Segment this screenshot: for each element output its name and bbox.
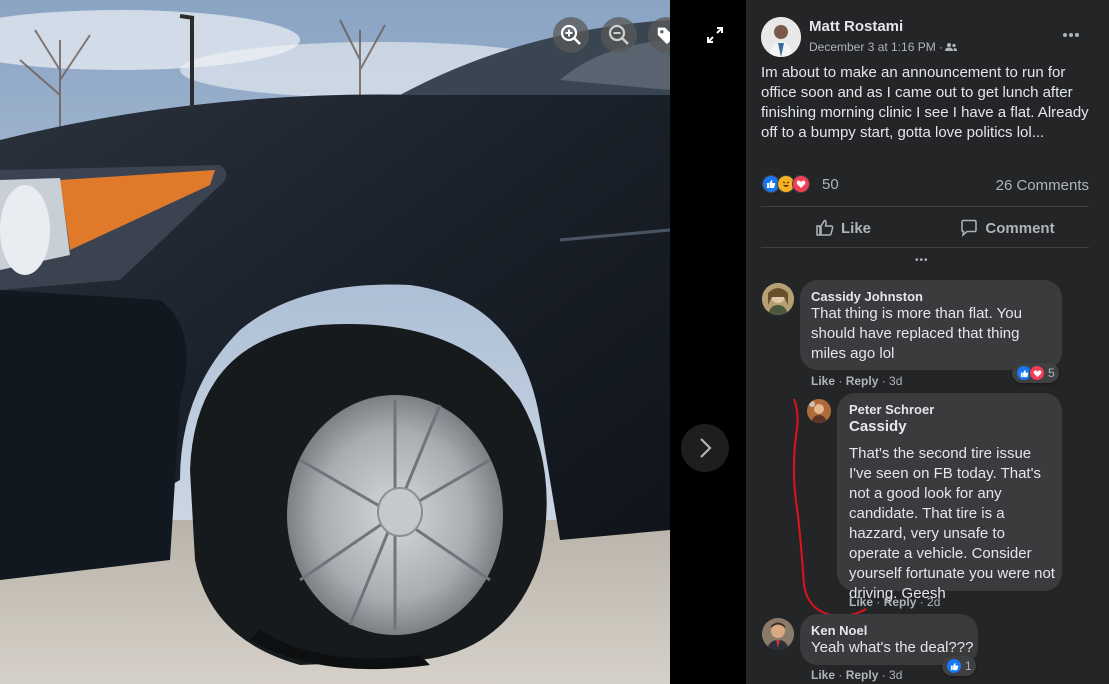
comments-count-link[interactable]: 26 Comments bbox=[996, 177, 1089, 194]
reaction-summary[interactable]: 50 bbox=[762, 175, 839, 193]
thumbs-up-icon bbox=[816, 219, 834, 236]
author-avatar[interactable] bbox=[761, 17, 801, 57]
comment-reactions[interactable]: 5 bbox=[1012, 363, 1059, 383]
post-more-button[interactable] bbox=[1059, 25, 1083, 45]
divider bbox=[761, 247, 1089, 248]
more-comments-button[interactable]: ••• bbox=[915, 255, 929, 266]
car-flat-tire-image bbox=[0, 0, 670, 684]
comment-reply-link[interactable]: Reply bbox=[846, 668, 879, 682]
love-reaction-icon bbox=[792, 175, 810, 193]
comment-actions: Like · Reply · 3d bbox=[811, 668, 903, 682]
chevron-right-icon bbox=[700, 438, 712, 458]
comment-time[interactable]: 3d bbox=[889, 374, 902, 388]
comment-text: That thing is more than flat. You should… bbox=[811, 305, 1022, 362]
love-reaction-icon bbox=[1029, 365, 1045, 381]
comment-time[interactable]: 3d bbox=[889, 668, 902, 682]
like-button-label: Like bbox=[840, 219, 871, 237]
fullscreen-icon bbox=[707, 27, 723, 43]
reaction-count: 50 bbox=[822, 175, 839, 193]
comment-reply-link[interactable]: Reply bbox=[884, 595, 917, 609]
comment-like-link[interactable]: Like bbox=[811, 668, 835, 682]
commenter-avatar[interactable] bbox=[762, 283, 794, 315]
zoom-in-button[interactable] bbox=[553, 17, 589, 53]
post-photo bbox=[0, 0, 670, 684]
comment-button-label: Comment bbox=[985, 219, 1055, 237]
comment-like-link[interactable]: Like bbox=[811, 374, 835, 388]
commenter-avatar[interactable] bbox=[762, 618, 794, 650]
comment-time[interactable]: 2d bbox=[927, 595, 940, 609]
comment-actions: Like · Reply · 3d bbox=[811, 374, 903, 388]
like-button[interactable]: Like bbox=[761, 210, 925, 246]
comment-button[interactable]: Comment bbox=[925, 210, 1089, 246]
comment-reply-link[interactable]: Reply bbox=[846, 374, 879, 388]
zoom-in-icon bbox=[560, 24, 581, 45]
zoom-out-icon bbox=[608, 24, 629, 45]
author-photo bbox=[761, 17, 801, 57]
comment-reaction-count: 5 bbox=[1048, 366, 1055, 380]
divider bbox=[761, 206, 1089, 207]
commenter-photo bbox=[762, 618, 794, 650]
comment-icon bbox=[961, 219, 978, 237]
post-panel: Matt Rostami December 3 at 1:16 PM · Im … bbox=[746, 0, 1109, 684]
post-author-name[interactable]: Matt Rostami bbox=[809, 18, 903, 35]
comment-bubble: Cassidy Johnston That thing is more than… bbox=[800, 280, 1062, 370]
comment-author[interactable]: Cassidy Johnston bbox=[811, 289, 923, 304]
friends-icon bbox=[945, 43, 958, 51]
comment-reaction-count: 1 bbox=[965, 659, 972, 673]
comment-text: Yeah what's the deal??? bbox=[811, 639, 974, 656]
fullscreen-button[interactable] bbox=[700, 20, 730, 50]
post-date[interactable]: December 3 at 1:16 PM · bbox=[809, 40, 943, 54]
like-reaction-icon bbox=[946, 658, 962, 674]
zoom-out-button[interactable] bbox=[601, 17, 637, 53]
more-horizontal-icon bbox=[1063, 33, 1079, 37]
comment-reactions[interactable]: 1 bbox=[942, 656, 976, 676]
red-annotation-line bbox=[792, 398, 867, 617]
commenter-photo bbox=[762, 283, 794, 315]
post-meta: December 3 at 1:16 PM · bbox=[809, 40, 958, 54]
next-photo-button[interactable] bbox=[681, 424, 729, 472]
comment-text: That's the second tire issue I've seen o… bbox=[849, 445, 1055, 602]
post-text: Im about to make an announcement to run … bbox=[761, 64, 1089, 141]
comment-author[interactable]: Ken Noel bbox=[811, 623, 867, 638]
tag-icon bbox=[657, 27, 670, 45]
